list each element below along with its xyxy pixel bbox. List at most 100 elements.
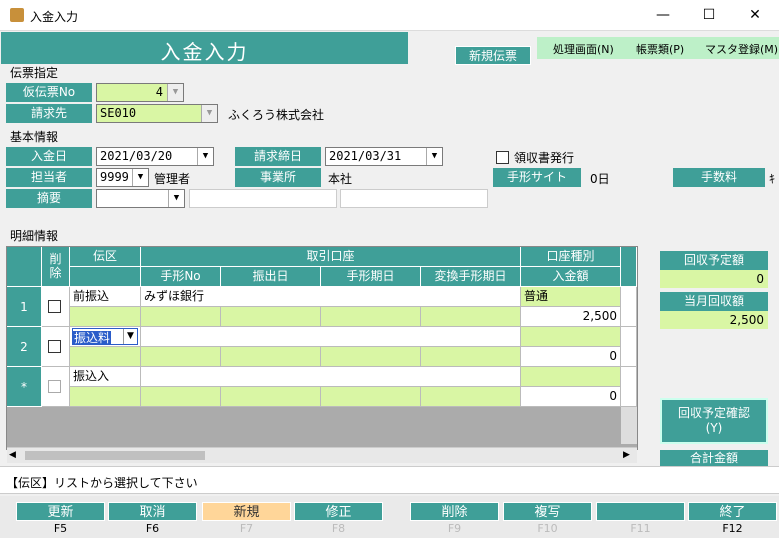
chevron-down-icon[interactable]: ▼ <box>167 84 183 101</box>
temp-no-input[interactable]: 4 ▼ <box>96 83 184 102</box>
memo-input-1[interactable] <box>189 189 337 208</box>
billing-code-input[interactable]: SE010 ▼ <box>96 104 218 123</box>
fkey-f11: F11 <box>630 522 651 535</box>
close-icon[interactable]: ✕ <box>732 0 778 31</box>
collection-confirm-button[interactable]: 回収予定確認 (Y) <box>660 398 768 444</box>
payment-date-value: 2021/03/20 <box>100 149 173 163</box>
row-den-dropdown[interactable]: 振込料 ▼ <box>70 327 141 347</box>
fkey-f7: F7 <box>239 522 254 535</box>
row-issue-date[interactable] <box>221 387 321 407</box>
current-amount-label: 当月回収額 <box>660 292 768 311</box>
window-title: 入金入力 <box>30 10 79 24</box>
row-due-date[interactable] <box>321 307 421 327</box>
row-den-cell[interactable]: 振込入 <box>70 367 141 387</box>
row-exchange-date[interactable] <box>421 347 521 367</box>
row-type-cell[interactable] <box>521 367 621 387</box>
row-due-date[interactable] <box>321 347 421 367</box>
total-amount-label: 合計金額 <box>660 450 768 466</box>
payment-date-label: 入金日 <box>6 147 92 166</box>
row-issue-date[interactable] <box>221 307 321 327</box>
row-header-corner <box>7 247 42 287</box>
closing-date-input[interactable]: 2021/03/31 ▼ <box>325 147 443 166</box>
minimize-icon[interactable]: — <box>640 0 686 31</box>
maximize-icon[interactable]: ☐ <box>686 0 732 31</box>
row-account-cell[interactable] <box>141 327 521 347</box>
table-row[interactable] <box>42 367 70 407</box>
scroll-thumb[interactable] <box>25 451 205 460</box>
scroll-right-icon[interactable]: ▶ <box>623 450 630 460</box>
row-issue-date[interactable] <box>221 347 321 367</box>
col-type-header: 口座種別 <box>521 247 621 267</box>
row-exchange-date[interactable] <box>421 307 521 327</box>
grid-horizontal-scrollbar[interactable]: ◀ ▶ <box>7 447 637 463</box>
row-delete-checkbox[interactable] <box>48 380 61 393</box>
memo-label: 摘要 <box>6 189 92 208</box>
fkey-f8: F8 <box>331 522 346 535</box>
chevron-down-icon[interactable]: ▼ <box>168 190 184 207</box>
chevron-down-icon[interactable]: ▼ <box>132 169 148 186</box>
row-sub-den[interactable] <box>70 347 141 367</box>
row-delete-checkbox[interactable] <box>48 300 61 313</box>
row-sub-den[interactable] <box>70 307 141 327</box>
memo-input-2[interactable] <box>340 189 488 208</box>
details-section-title: 明細情報 <box>10 229 59 243</box>
row-den-cell[interactable]: 前振込 <box>70 287 141 307</box>
calendar-dropdown-icon[interactable]: ▼ <box>197 148 213 165</box>
header-banner: 入金入力 <box>1 32 408 64</box>
row-extra-cell <box>621 327 637 367</box>
mode-badge: 新規伝票 <box>455 46 531 65</box>
grid-vertical-scrollbar[interactable] <box>621 407 637 444</box>
update-button[interactable]: 更新 <box>16 502 105 521</box>
row-amount-cell[interactable]: 2,500 <box>521 307 621 327</box>
f11-button[interactable] <box>596 502 685 521</box>
col-amount-header: 入金額 <box>521 267 621 287</box>
cancel-button[interactable]: 取消 <box>108 502 197 521</box>
delete-button[interactable]: 削除 <box>410 502 499 521</box>
table-row[interactable] <box>42 327 70 367</box>
row-delete-checkbox[interactable] <box>48 340 61 353</box>
row-exchange-date[interactable] <box>421 387 521 407</box>
calendar-dropdown-icon[interactable]: ▼ <box>426 148 442 165</box>
window-titlebar: 入金入力 — ☐ ✕ <box>0 0 779 31</box>
billing-code-value: SE010 <box>100 106 137 120</box>
row-amount-cell[interactable]: 0 <box>521 347 621 367</box>
payment-date-input[interactable]: 2021/03/20 ▼ <box>96 147 214 166</box>
row-bill-no[interactable] <box>141 387 221 407</box>
row-amount-cell[interactable]: 0 <box>521 387 621 407</box>
row-bill-no[interactable] <box>141 347 221 367</box>
row-type-cell[interactable] <box>521 327 621 347</box>
closing-date-value: 2021/03/31 <box>329 149 402 163</box>
menu-master[interactable]: マスタ登録(M) <box>705 41 778 57</box>
scroll-left-icon[interactable]: ◀ <box>9 450 16 460</box>
current-amount-value: 2,500 <box>660 311 768 329</box>
staff-label: 担当者 <box>6 168 92 187</box>
office-value: 本社 <box>328 172 353 186</box>
row-bill-no[interactable] <box>141 307 221 327</box>
row-due-date[interactable] <box>321 387 421 407</box>
staff-code-input[interactable]: 9999 ▼ <box>96 168 149 187</box>
row-account-cell[interactable]: みずほ銀行 <box>141 287 521 307</box>
chevron-down-icon[interactable]: ▼ <box>123 329 137 344</box>
edit-button[interactable]: 修正 <box>294 502 383 521</box>
row-number-new: * <box>7 367 42 407</box>
menu-process[interactable]: 処理画面(N) <box>553 41 614 57</box>
chevron-down-icon[interactable]: ▼ <box>201 105 217 122</box>
memo-select[interactable]: ▼ <box>96 189 185 208</box>
row-type-cell[interactable]: 普通 <box>521 287 621 307</box>
menu-reports[interactable]: 帳票類(P) <box>636 41 684 57</box>
app-icon <box>10 8 24 22</box>
bill-site-label: 手形サイト <box>493 168 581 187</box>
row-sub-den[interactable] <box>70 387 141 407</box>
row-account-cell[interactable] <box>141 367 521 387</box>
page-title: 入金入力 <box>160 40 249 64</box>
new-button[interactable]: 新規 <box>202 502 291 521</box>
slip-section-title: 伝票指定 <box>10 66 59 80</box>
basic-section-title: 基本情報 <box>10 130 59 144</box>
fkey-f10: F10 <box>537 522 558 535</box>
receipt-checkbox[interactable] <box>496 151 509 164</box>
col-extra-header <box>621 247 637 287</box>
exit-button[interactable]: 終了 <box>688 502 777 521</box>
copy-button[interactable]: 複写 <box>503 502 592 521</box>
table-row[interactable] <box>42 287 70 327</box>
col-delete-header: 削除 <box>42 247 70 287</box>
